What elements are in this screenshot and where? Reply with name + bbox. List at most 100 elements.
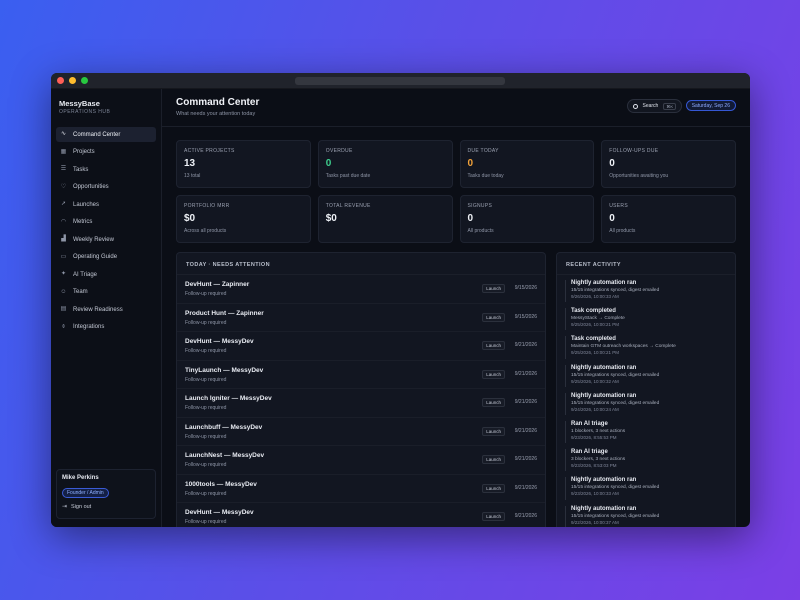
stat-value: $0 bbox=[184, 213, 196, 224]
activity-detail: 3 blockers, 3 next actions bbox=[571, 457, 626, 463]
activity-title: Nightly automation ran bbox=[571, 280, 637, 286]
stat-subtext: Tasks due today bbox=[467, 173, 504, 179]
stat-card-signups[interactable]: SIGNUPS 0 All products bbox=[459, 195, 595, 243]
sidebar-item-label: AI Triage bbox=[73, 271, 98, 278]
stat-value: 0 bbox=[609, 213, 615, 224]
attention-row[interactable]: Launchbuff — MessyDev Follow-up required L… bbox=[177, 418, 545, 446]
activity-title: RECENT ACTIVITY bbox=[557, 253, 735, 275]
launch-tag: Launch bbox=[482, 369, 505, 379]
launch-tag: Launch bbox=[482, 512, 505, 521]
launch-tag: Launch bbox=[482, 426, 505, 436]
activity-item: Nightly automation ran 15/15 integrations… bbox=[557, 388, 735, 416]
attention-row[interactable]: Launch Igniter — MessyDev Follow-up requi… bbox=[177, 389, 545, 418]
stat-card-due-today[interactable]: DUE TODAY 0 Tasks due today bbox=[459, 140, 595, 188]
plug-icon: ⌽ bbox=[61, 323, 66, 330]
stat-label: OVERDUE bbox=[325, 148, 353, 154]
book-icon: ▭ bbox=[60, 253, 67, 260]
activity-title: Nightly automation ran bbox=[571, 392, 637, 399]
activity-item: Ran AI triage 1 blockers, 3 next actions 9… bbox=[557, 416, 735, 444]
activity-title: Nightly automation ran bbox=[571, 364, 637, 371]
activity-timestamp: 9/23/2026, 8:55:53 PM bbox=[571, 434, 617, 440]
attention-row[interactable]: DevHunt — MessyDev Follow-up required Laun… bbox=[177, 503, 545, 527]
activity-title: Ran AI triage bbox=[571, 449, 608, 456]
activity-panel: RECENT ACTIVITY Nightly automation ran 15… bbox=[556, 252, 736, 527]
sidebar-item-tasks[interactable]: ☰ Tasks bbox=[56, 162, 156, 177]
search-icon bbox=[633, 103, 639, 109]
stat-subtext: All products bbox=[609, 228, 636, 234]
stat-label: TOTAL REVENUE bbox=[325, 203, 371, 209]
activity-detail: 15/15 integrations synced, digest emaile… bbox=[571, 485, 660, 491]
bar-chart-icon: ▟ bbox=[61, 236, 66, 242]
pulse-icon: ∿ bbox=[60, 131, 67, 137]
main-content: Command Center What needs your attention… bbox=[162, 89, 750, 527]
sidebar-item-integrations[interactable]: ⌽ Integrations bbox=[56, 320, 156, 335]
rocket-icon: ➚ bbox=[60, 201, 67, 207]
search-shortcut: ⌘K bbox=[663, 102, 676, 110]
stat-card-total-revenue[interactable]: TOTAL REVENUE $0 bbox=[317, 195, 453, 243]
app-window: MessyBase OPERATIONS HUB ∿ Command Center… bbox=[51, 73, 750, 527]
activity-timestamp: 9/23/2026, 8:53:03 PM bbox=[571, 463, 617, 469]
activity-timestamp: 9/22/2026, 10:00:37 AM bbox=[571, 519, 619, 525]
sign-out-button[interactable]: ⇥ Sign out bbox=[62, 503, 150, 511]
activity-item: Nightly automation ran 15/15 integrations… bbox=[557, 360, 735, 388]
sidebar-item-label: Metrics bbox=[73, 219, 93, 225]
address-bar[interactable] bbox=[295, 77, 505, 85]
activity-item: Task completed Maintain GTM outreach work… bbox=[557, 331, 735, 359]
sidebar-nav: ∿ Command Center ▦ Projects ☰ Tasks ♡ Opportuni… bbox=[51, 127, 161, 335]
activity-detail: 15/15 integrations synced, digest emaile… bbox=[571, 400, 660, 406]
attention-row[interactable]: LaunchNest — MessyDev Follow-up required L… bbox=[177, 446, 545, 475]
sidebar-item-operating-guide[interactable]: ▭ Operating Guide bbox=[56, 250, 156, 265]
stat-value: 0 bbox=[609, 158, 615, 169]
stat-card-follow-ups-due[interactable]: FOLLOW-UPS DUE 0 Opportunities awaiting yo… bbox=[601, 140, 736, 188]
attention-row[interactable]: DevHunt — Zapinner Follow-up required Laun… bbox=[177, 275, 545, 304]
stat-subtext: Opportunities awaiting you bbox=[609, 173, 669, 179]
stat-label: DUE TODAY bbox=[467, 148, 499, 154]
minimize-window-button[interactable] bbox=[69, 77, 76, 84]
sidebar-item-ai-triage[interactable]: ✦ AI Triage bbox=[56, 267, 156, 282]
stat-card-active-projects[interactable]: ACTIVE PROJECTS 13 13 total bbox=[176, 140, 311, 188]
sidebar-item-projects[interactable]: ▦ Projects bbox=[56, 145, 156, 160]
sidebar-item-label: Launches bbox=[73, 201, 100, 208]
attention-row[interactable]: DevHunt — MessyDev Follow-up required Laun… bbox=[177, 332, 545, 361]
grid-icon: ▦ bbox=[60, 148, 67, 155]
activity-title: Task completed bbox=[571, 308, 616, 315]
activity-item: Nightly automation ran 15/15 integrations… bbox=[557, 472, 735, 500]
sidebar-item-opportunities[interactable]: ♡ Opportunities bbox=[56, 180, 156, 195]
stat-label: PORTFOLIO MRR bbox=[184, 203, 230, 209]
sidebar-item-weekly-review[interactable]: ▟ Weekly Review bbox=[56, 232, 156, 247]
stat-subtext: Tasks past due date bbox=[325, 173, 371, 179]
close-window-button[interactable] bbox=[57, 77, 64, 84]
stat-card-portfolio-mrr[interactable]: PORTFOLIO MRR $0 Across all products bbox=[176, 195, 311, 243]
activity-title: Task completed bbox=[571, 336, 616, 343]
activity-timestamp: 9/24/2026, 10:00:24 AM bbox=[571, 406, 619, 412]
attention-row[interactable]: 1000tools — MessyDev Follow-up required La… bbox=[177, 475, 545, 503]
activity-timestamp: 9/25/2026, 10:00:21 PM bbox=[571, 350, 620, 356]
brand-subtitle: OPERATIONS HUB bbox=[59, 109, 111, 115]
brand-name: MessyBase bbox=[59, 99, 100, 108]
attention-panel: TODAY · NEEDS ATTENTION DevHunt — Zapinn… bbox=[176, 252, 546, 527]
user-card: Mike Perkins Founder / Admin ⇥ Sign out bbox=[56, 469, 156, 519]
attention-row-date: 9/15/2026 bbox=[514, 285, 537, 291]
attention-row-date: 9/21/2026 bbox=[514, 399, 537, 405]
launch-tag: Launch bbox=[482, 398, 505, 407]
sidebar-item-launches[interactable]: ➚ Launches bbox=[56, 197, 156, 212]
activity-timestamp: 9/26/2026, 10:00:33 AM bbox=[571, 294, 619, 299]
launch-tag: Launch bbox=[482, 341, 505, 350]
stat-card-users[interactable]: USERS 0 All products bbox=[601, 195, 736, 243]
attention-row[interactable]: TinyLaunch — MessyDev Follow-up required L… bbox=[177, 361, 545, 389]
sidebar-item-metrics[interactable]: ◠ Metrics bbox=[56, 215, 156, 230]
stat-card-overdue[interactable]: OVERDUE 0 Tasks past due date bbox=[317, 140, 453, 188]
sidebar-item-command-center[interactable]: ∿ Command Center bbox=[56, 127, 156, 142]
gauge-icon: ◠ bbox=[60, 218, 67, 225]
attention-row[interactable]: Product Hunt — Zapinner Follow-up require… bbox=[177, 304, 545, 332]
search-button[interactable]: Search ⌘K bbox=[627, 99, 682, 113]
clipboard-icon: ▤ bbox=[60, 306, 67, 312]
launch-tag: Launch bbox=[482, 284, 505, 293]
sidebar-item-team[interactable]: ☺ Team bbox=[56, 285, 156, 300]
activity-title: Nightly automation ran bbox=[571, 477, 637, 484]
maximize-window-button[interactable] bbox=[81, 77, 88, 84]
attention-title: TODAY · NEEDS ATTENTION bbox=[177, 253, 545, 275]
stat-label: SIGNUPS bbox=[467, 203, 493, 209]
sidebar-item-review-readiness[interactable]: ▤ Review Readiness bbox=[56, 302, 156, 317]
users-icon: ☺ bbox=[60, 288, 67, 295]
